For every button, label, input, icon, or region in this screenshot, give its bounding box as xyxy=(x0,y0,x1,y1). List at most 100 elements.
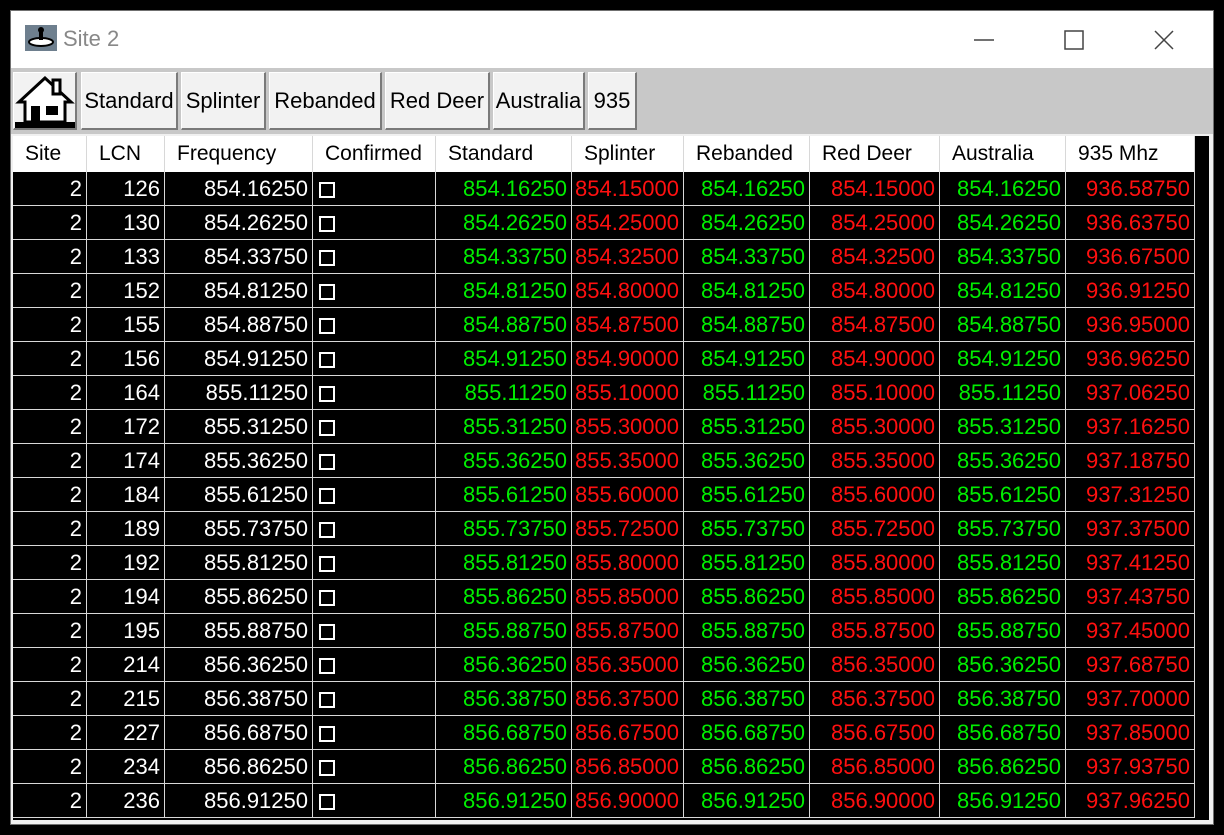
confirmed-checkbox[interactable] xyxy=(319,521,335,538)
cell-australia: 854.81250 xyxy=(940,274,1066,308)
cell-australia: 854.88750 xyxy=(940,308,1066,342)
table-row[interactable]: 2 227 856.68750 856.68750 856.67500 856.68750… xyxy=(13,716,1195,750)
confirmed-checkbox[interactable] xyxy=(319,793,335,810)
column-header-standard[interactable]: Standard xyxy=(436,136,572,172)
table-row[interactable]: 2 194 855.86250 855.86250 855.85000 855.86250… xyxy=(13,580,1195,614)
cell-frequency: 854.26250 xyxy=(165,206,313,240)
confirmed-checkbox[interactable] xyxy=(319,317,335,334)
table-row[interactable]: 2 164 855.11250 855.11250 855.10000 855.11250… xyxy=(13,376,1195,410)
cell-rebanded: 856.68750 xyxy=(684,716,810,750)
confirmed-checkbox[interactable] xyxy=(319,215,335,232)
cell-confirmed xyxy=(313,682,436,716)
cell-rebanded: 856.36250 xyxy=(684,648,810,682)
table-row[interactable]: 2 236 856.91250 856.91250 856.90000 856.91250… xyxy=(13,784,1195,818)
confirmed-checkbox[interactable] xyxy=(319,419,335,436)
cell-red-deer: 856.37500 xyxy=(810,682,940,716)
confirmed-checkbox[interactable] xyxy=(319,487,335,504)
cell-confirmed xyxy=(313,342,436,376)
table-row[interactable]: 2 215 856.38750 856.38750 856.37500 856.38750… xyxy=(13,682,1195,716)
cell-rebanded: 855.81250 xyxy=(684,546,810,580)
cell-frequency: 855.36250 xyxy=(165,444,313,478)
935-button[interactable]: 935 xyxy=(588,72,637,130)
confirmed-checkbox[interactable] xyxy=(319,589,335,606)
cell-standard: 854.91250 xyxy=(436,342,572,376)
cell-confirmed xyxy=(313,546,436,580)
table-row[interactable]: 2 133 854.33750 854.33750 854.32500 854.33750… xyxy=(13,240,1195,274)
table-header: Site LCN Frequency Confirmed Standard Splinte… xyxy=(13,136,1195,172)
confirmed-checkbox[interactable] xyxy=(319,249,335,266)
red-deer-button[interactable]: Red Deer xyxy=(385,72,490,130)
column-header-rebanded[interactable]: Rebanded xyxy=(684,136,810,172)
column-header-australia[interactable]: Australia xyxy=(940,136,1066,172)
title-bar[interactable]: Site 2 xyxy=(11,11,1213,68)
confirmed-checkbox[interactable] xyxy=(319,759,335,776)
minimize-icon xyxy=(974,38,994,41)
cell-frequency: 854.91250 xyxy=(165,342,313,376)
column-header-splinter[interactable]: Splinter xyxy=(572,136,684,172)
cell-site: 2 xyxy=(13,308,87,342)
column-header-frequency[interactable]: Frequency xyxy=(165,136,313,172)
maximize-button[interactable] xyxy=(1029,11,1119,68)
confirmed-checkbox[interactable] xyxy=(319,283,335,300)
standard-button[interactable]: Standard xyxy=(81,72,178,130)
australia-button[interactable]: Australia xyxy=(493,72,585,130)
table-row[interactable]: 2 156 854.91250 854.91250 854.90000 854.91250… xyxy=(13,342,1195,376)
table-row[interactable]: 2 155 854.88750 854.88750 854.87500 854.88750… xyxy=(13,308,1195,342)
cell-frequency: 854.16250 xyxy=(165,172,313,206)
table-row[interactable]: 2 234 856.86250 856.86250 856.85000 856.86250… xyxy=(13,750,1195,784)
column-header-confirmed[interactable]: Confirmed xyxy=(313,136,436,172)
column-header-935-mhz[interactable]: 935 Mhz xyxy=(1066,136,1195,172)
cell-confirmed xyxy=(313,478,436,512)
cell-red-deer: 856.85000 xyxy=(810,750,940,784)
cell-splinter: 856.85000 xyxy=(572,750,684,784)
cell-australia: 856.36250 xyxy=(940,648,1066,682)
table-row[interactable]: 2 174 855.36250 855.36250 855.35000 855.36250… xyxy=(13,444,1195,478)
confirmed-checkbox[interactable] xyxy=(319,181,335,198)
cell-standard: 854.33750 xyxy=(436,240,572,274)
table-row[interactable]: 2 189 855.73750 855.73750 855.72500 855.73750… xyxy=(13,512,1195,546)
cell-935-mhz: 937.16250 xyxy=(1066,410,1195,444)
column-header-red-deer[interactable]: Red Deer xyxy=(810,136,940,172)
table-row[interactable]: 2 172 855.31250 855.31250 855.30000 855.31250… xyxy=(13,410,1195,444)
column-header-lcn[interactable]: LCN xyxy=(87,136,165,172)
cell-australia: 855.31250 xyxy=(940,410,1066,444)
cell-lcn: 192 xyxy=(87,546,165,580)
column-header-site[interactable]: Site xyxy=(13,136,87,172)
table-row[interactable]: 2 192 855.81250 855.81250 855.80000 855.81250… xyxy=(13,546,1195,580)
cell-australia: 855.88750 xyxy=(940,614,1066,648)
table-row[interactable]: 2 152 854.81250 854.81250 854.80000 854.81250… xyxy=(13,274,1195,308)
cell-red-deer: 856.67500 xyxy=(810,716,940,750)
confirmed-checkbox[interactable] xyxy=(319,725,335,742)
confirmed-checkbox[interactable] xyxy=(319,453,335,470)
cell-red-deer: 854.87500 xyxy=(810,308,940,342)
cell-splinter: 856.90000 xyxy=(572,784,684,818)
home-button[interactable] xyxy=(13,72,77,130)
table-row[interactable]: 2 126 854.16250 854.16250 854.15000 854.16250… xyxy=(13,172,1195,206)
cell-lcn: 184 xyxy=(87,478,165,512)
splinter-button[interactable]: Splinter xyxy=(181,72,266,130)
cell-935-mhz: 937.93750 xyxy=(1066,750,1195,784)
cell-935-mhz: 936.67500 xyxy=(1066,240,1195,274)
cell-splinter: 854.90000 xyxy=(572,342,684,376)
cell-935-mhz: 937.96250 xyxy=(1066,784,1195,818)
cell-site: 2 xyxy=(13,580,87,614)
confirmed-checkbox[interactable] xyxy=(319,385,335,402)
cell-rebanded: 855.86250 xyxy=(684,580,810,614)
close-button[interactable] xyxy=(1119,11,1209,68)
cell-lcn: 174 xyxy=(87,444,165,478)
confirmed-checkbox[interactable] xyxy=(319,623,335,640)
cell-splinter: 854.80000 xyxy=(572,274,684,308)
table-row[interactable]: 2 184 855.61250 855.61250 855.60000 855.61250… xyxy=(13,478,1195,512)
table-row[interactable]: 2 195 855.88750 855.88750 855.87500 855.88750… xyxy=(13,614,1195,648)
cell-lcn: 130 xyxy=(87,206,165,240)
table-row[interactable]: 2 214 856.36250 856.36250 856.35000 856.36250… xyxy=(13,648,1195,682)
table-row[interactable]: 2 130 854.26250 854.26250 854.25000 854.26250… xyxy=(13,206,1195,240)
minimize-button[interactable] xyxy=(939,11,1029,68)
channel-table: Site LCN Frequency Confirmed Standard Splinte… xyxy=(13,136,1209,820)
rebanded-button[interactable]: Rebanded xyxy=(269,72,382,130)
confirmed-checkbox[interactable] xyxy=(319,351,335,368)
confirmed-checkbox[interactable] xyxy=(319,691,335,708)
confirmed-checkbox[interactable] xyxy=(319,555,335,572)
maximize-icon xyxy=(1064,29,1084,50)
confirmed-checkbox[interactable] xyxy=(319,657,335,674)
